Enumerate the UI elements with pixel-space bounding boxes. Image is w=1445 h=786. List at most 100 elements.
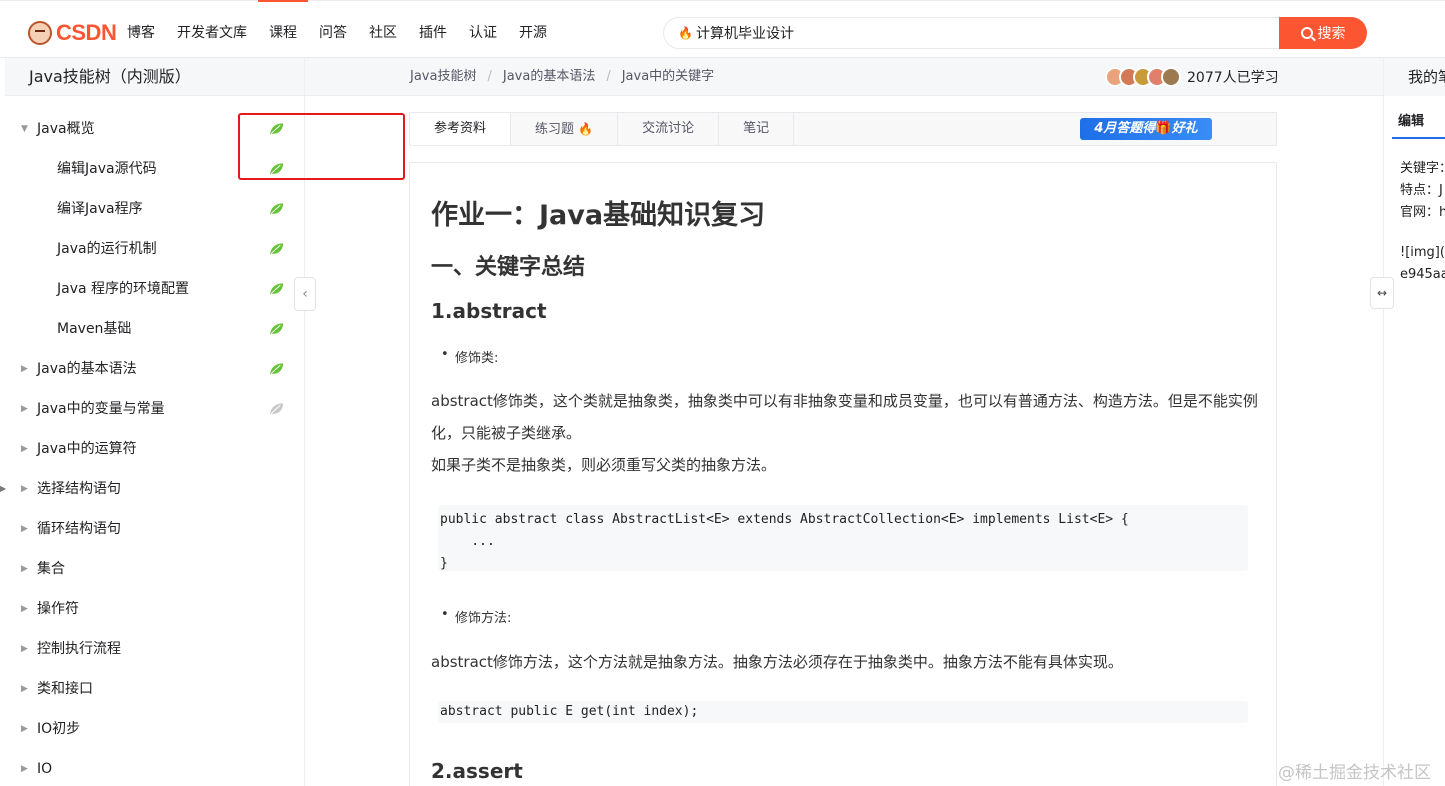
subsection-heading: 1.abstract [431, 299, 547, 323]
tab-references[interactable]: 参考资料 [410, 113, 512, 145]
learner-count: 2077人已学习 [1187, 70, 1279, 86]
note-line: 关键字： [1400, 161, 1445, 176]
caret-right-icon[interactable]: ▶ [21, 389, 28, 429]
collapse-sidebar-button[interactable]: ‹ [294, 277, 316, 311]
bullet-item: 修饰方法: [441, 607, 511, 626]
learners-info: 2077人已学习 [1105, 67, 1279, 87]
notes-panel-title: 我的笔记 [1384, 58, 1445, 96]
caret-right-icon[interactable]: ▶ [21, 469, 28, 509]
tree-item[interactable]: ▶ 控制执行流程 [5, 629, 305, 669]
tree-item[interactable]: ▶ Java中的运算符 [5, 429, 305, 469]
nav-item-community[interactable]: 社区 [358, 0, 408, 58]
breadcrumb-item[interactable]: Java的基本语法 [503, 58, 595, 96]
tree-item-label: 集合 [37, 561, 65, 577]
highlight-annotation-box [238, 113, 405, 180]
caret-right-icon[interactable]: ▶ [21, 709, 28, 749]
nav-item-open-source[interactable]: 开源 [508, 0, 558, 58]
nav-item-dev-library[interactable]: 开发者文库 [166, 0, 258, 58]
tree-item[interactable]: ▶ Java中的变量与常量 [5, 389, 305, 429]
tree-item[interactable]: ▶ IO [5, 749, 305, 786]
tree-item-label: Java 程序的环境配置 [57, 281, 190, 297]
gift-icon: 🎁 [1155, 121, 1172, 136]
caret-right-icon[interactable]: ▶ [21, 509, 28, 549]
paragraph: abstract修饰类，这个类就是抽象类，抽象类中可以有非抽象变量和成员变量，也… [431, 392, 1258, 442]
tree-item-label: Java概览 [37, 121, 95, 137]
content-tabs: 参考资料 练习题 🔥 交流讨论 笔记 4月答题得🎁好礼 [409, 112, 1277, 146]
note-line: 官网：h [1400, 205, 1445, 220]
article-title: 作业一：Java基础知识复习 [431, 200, 766, 231]
watermark: @稀土掘金技术社区 [1278, 763, 1431, 783]
promo-banner[interactable]: 4月答题得🎁好礼 [1080, 118, 1212, 140]
code-block[interactable]: public abstract class AbstractList<E> ex… [438, 505, 1248, 571]
tree-item[interactable]: 编译Java程序 [5, 189, 305, 229]
left-edge-arrow-icon[interactable]: ▶ [0, 484, 6, 493]
tab-exercises[interactable]: 练习题 🔥 [511, 113, 619, 145]
search-box: 🔥 搜索 [663, 17, 1367, 49]
tree-item[interactable]: ▶ 循环结构语句 [5, 509, 305, 549]
tree-item[interactable]: ▶ 集合 [5, 549, 305, 589]
avatar [1161, 67, 1181, 87]
nav-item-blog[interactable]: 博客 [116, 0, 166, 58]
nav-item-certification[interactable]: 认证 [458, 0, 508, 58]
nav-item-plugins[interactable]: 插件 [408, 0, 458, 58]
code-block[interactable]: abstract public E get(int index); [438, 701, 1248, 723]
leaf-icon [269, 243, 284, 255]
tree-item-label: IO [37, 761, 53, 777]
tab-discussion[interactable]: 交流讨论 [618, 113, 720, 145]
tree-item[interactable]: ▶ Java的基本语法 [5, 349, 305, 389]
tree-item-label: Java的运行机制 [57, 241, 157, 257]
main-nav: 博客 开发者文库 课程 问答 社区 插件 认证 开源 [116, 0, 558, 58]
breadcrumb-separator: / [606, 69, 611, 84]
leaf-icon [269, 203, 284, 215]
caret-right-icon[interactable]: ▶ [21, 669, 28, 709]
caret-right-icon[interactable]: ▶ [21, 629, 28, 669]
resize-handle-icon[interactable]: ↔ [1370, 277, 1394, 309]
leaf-icon [269, 283, 284, 295]
tree-item[interactable]: ▶ 操作符 [5, 589, 305, 629]
search-button[interactable]: 搜索 [1279, 17, 1367, 49]
tab-exercises-label: 练习题 [535, 122, 575, 137]
paragraph: 如果子类不是抽象类，则必须重写父类的抽象方法。 [431, 456, 777, 474]
tree-item[interactable]: ▶ 选择结构语句 [5, 469, 305, 509]
breadcrumb-bar: Java技能树 / Java的基本语法 / Java中的关键字 2077人已学习 [305, 58, 1383, 96]
leaf-icon [269, 323, 284, 335]
bullet-item: 修饰类: [441, 347, 499, 366]
promo-text: 4月答题得 [1094, 121, 1156, 136]
tree-item-label: 选择结构语句 [37, 481, 121, 497]
tree-item-label: 编辑Java源代码 [57, 161, 157, 177]
tab-edit[interactable]: 编辑 [1398, 110, 1424, 129]
promo-tail: 好礼 [1171, 121, 1198, 136]
tree-item-label: Java的基本语法 [37, 361, 137, 377]
tab-active-indicator [1392, 137, 1445, 139]
tree-item[interactable]: Java 程序的环境配置 [5, 269, 305, 309]
caret-right-icon[interactable]: ▶ [21, 749, 28, 786]
caret-down-icon[interactable]: ▼ [21, 109, 28, 149]
csdn-logo[interactable]: CSDN [28, 20, 117, 45]
tree-item[interactable]: Maven基础 [5, 309, 305, 349]
nav-item-courses[interactable]: 课程 [258, 0, 308, 58]
sidebar-title: Java技能树（内测版） [5, 58, 304, 96]
caret-right-icon[interactable]: ▶ [21, 429, 28, 469]
tree-item[interactable]: ▶ 类和接口 [5, 669, 305, 709]
search-icon [1300, 27, 1313, 39]
breadcrumb: Java技能树 / Java的基本语法 / Java中的关键字 [410, 58, 714, 96]
hot-flame-icon: 🔥 [678, 26, 693, 40]
tree-item-label: 控制执行流程 [37, 641, 121, 657]
leaf-icon [269, 403, 284, 415]
tree-item[interactable]: ▶ IO初步 [5, 709, 305, 749]
search-button-label: 搜索 [1317, 26, 1346, 42]
tab-notes[interactable]: 笔记 [719, 113, 795, 145]
tree-item-label: 编译Java程序 [57, 201, 143, 217]
search-input[interactable] [696, 23, 1256, 43]
tree-item-label: Maven基础 [57, 321, 132, 337]
caret-right-icon[interactable]: ▶ [21, 589, 28, 629]
nav-item-qa[interactable]: 问答 [308, 0, 358, 58]
note-line: e945aa [1400, 267, 1445, 282]
breadcrumb-item[interactable]: Java技能树 [410, 58, 476, 96]
caret-right-icon[interactable]: ▶ [21, 549, 28, 589]
note-line: ![img](h [1400, 245, 1445, 260]
paragraph: abstract修饰方法，这个方法就是抽象方法。抽象方法必须存在于抽象类中。抽象… [431, 653, 1123, 671]
tree-item[interactable]: Java的运行机制 [5, 229, 305, 269]
caret-right-icon[interactable]: ▶ [21, 349, 28, 389]
leaf-icon [269, 363, 284, 375]
